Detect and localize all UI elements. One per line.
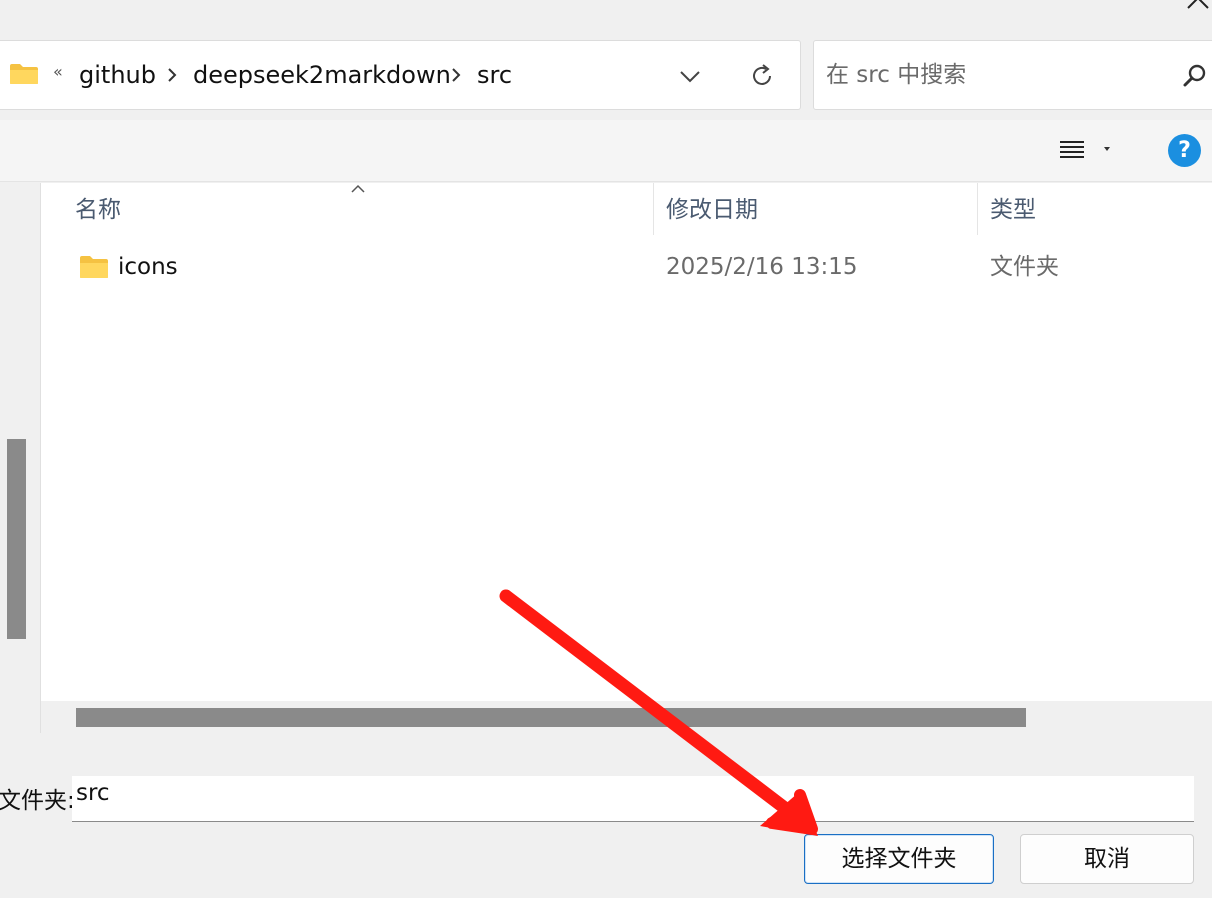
address-bar[interactable]: « github deepseek2markdown src — [0, 40, 801, 110]
folder-icon — [80, 256, 108, 278]
breadcrumb-src[interactable]: src — [477, 59, 512, 91]
search-box — [813, 40, 1212, 110]
view-list-icon[interactable] — [1056, 136, 1088, 164]
chevron-right-icon[interactable] — [449, 65, 463, 85]
close-icon[interactable] — [1180, 0, 1212, 16]
folder-icon — [10, 64, 38, 84]
breadcrumb-overflow[interactable]: « — [53, 62, 63, 81]
refresh-icon[interactable] — [749, 63, 775, 89]
navigation-pane — [0, 183, 34, 733]
search-input[interactable] — [826, 57, 1166, 93]
column-divider[interactable] — [977, 183, 978, 235]
breadcrumb-github[interactable]: github — [79, 59, 156, 91]
chevron-right-icon[interactable] — [165, 65, 179, 85]
horizontal-scrollbar[interactable] — [41, 701, 1212, 733]
toolbar: ? — [0, 120, 1212, 182]
chevron-down-icon[interactable] — [677, 63, 703, 89]
column-header-type[interactable]: 类型 — [990, 195, 1036, 225]
column-header-name[interactable]: 名称 — [75, 195, 121, 225]
horizontal-scrollbar-thumb[interactable] — [76, 708, 1026, 727]
file-list: 名称 修改日期 类型 icons 2025/2/16 13:15 文件夹 — [40, 183, 1212, 733]
file-name: icons — [118, 254, 178, 280]
search-icon[interactable] — [1182, 63, 1208, 89]
folder-name-input[interactable] — [72, 776, 1194, 822]
breadcrumb-deepseek2markdown[interactable]: deepseek2markdown — [193, 59, 451, 91]
caret-down-icon[interactable] — [1100, 144, 1114, 154]
cancel-button[interactable]: 取消 — [1020, 834, 1194, 884]
help-button[interactable]: ? — [1168, 134, 1201, 167]
select-folder-button[interactable]: 选择文件夹 — [804, 834, 994, 884]
column-header-modified[interactable]: 修改日期 — [666, 195, 758, 225]
list-item[interactable]: icons 2025/2/16 13:15 文件夹 — [61, 245, 1211, 291]
file-modified-date: 2025/2/16 13:15 — [666, 254, 858, 280]
file-type: 文件夹 — [990, 254, 1059, 280]
sort-ascending-icon — [351, 184, 365, 193]
folder-picker-dialog: « github deepseek2markdown src 在 src 中搜索… — [0, 0, 1212, 898]
nav-scrollbar-thumb[interactable] — [7, 439, 26, 639]
folder-label: 文件夹: — [0, 788, 75, 814]
column-divider[interactable] — [653, 183, 654, 235]
